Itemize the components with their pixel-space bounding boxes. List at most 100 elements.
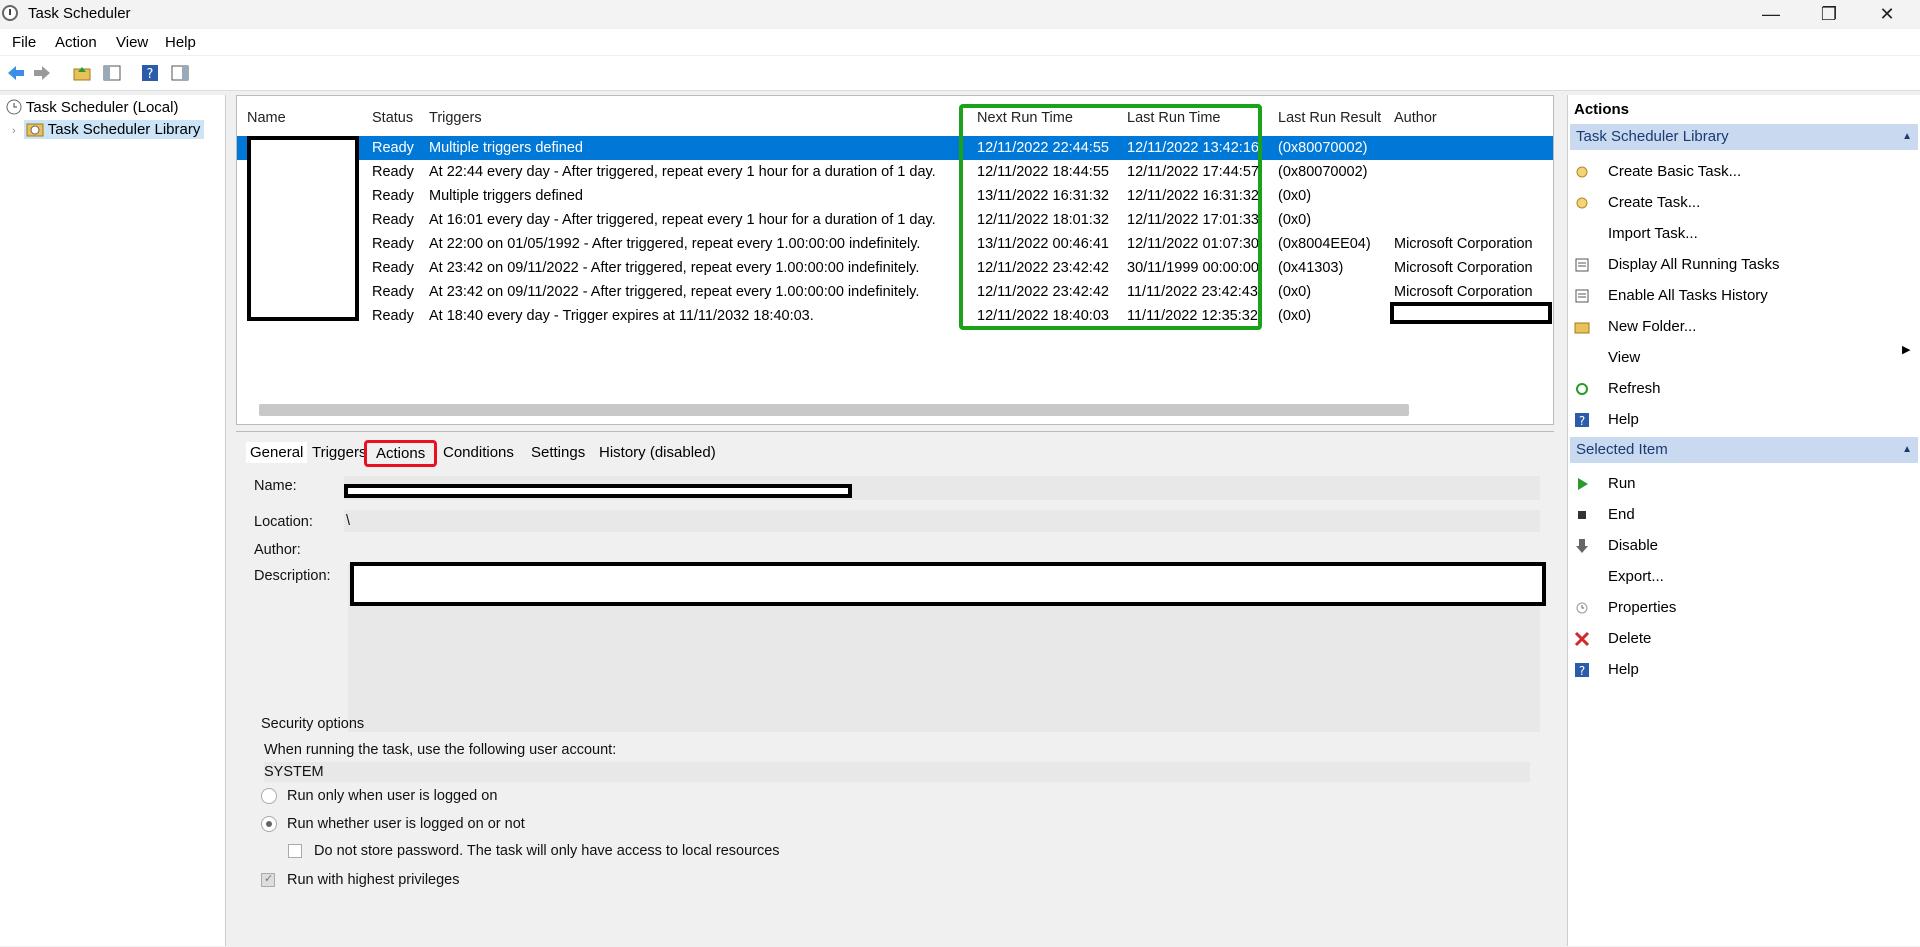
cell-last-result: (0x80070002) [1278, 164, 1368, 180]
table-row[interactable]: Ready At 22:00 on 01/05/1992 - After trig… [237, 232, 1553, 256]
table-row[interactable]: Ready At 23:42 on 09/11/2022 - After trig… [237, 280, 1553, 304]
action-item[interactable]: Create Task... [1608, 194, 1700, 211]
collapse-up-icon[interactable]: ▲ [1902, 437, 1912, 463]
run-icon [1578, 478, 1588, 490]
cell-triggers: At 18:40 every day - Trigger expires at … [429, 308, 814, 324]
tree-item-library[interactable]: › Task Scheduler Library [12, 119, 205, 141]
section-selected-item[interactable]: Selected Item ▲ [1570, 437, 1918, 463]
action-item[interactable]: Enable All Tasks History [1608, 287, 1768, 304]
action-item[interactable]: Help [1608, 411, 1639, 428]
tab-triggers[interactable]: Triggers [312, 444, 366, 461]
svg-text:?: ? [147, 67, 154, 82]
collapse-up-icon[interactable]: ▲ [1902, 124, 1912, 150]
tab-actions[interactable]: Actions [364, 440, 438, 467]
column-header-status[interactable]: Status [372, 110, 413, 126]
section-label: Selected Item [1576, 441, 1668, 458]
action-item[interactable]: Disable [1608, 537, 1658, 554]
tab-history[interactable]: History (disabled) [599, 444, 716, 461]
actions-pane: Actions Task Scheduler Library ▲ Create … [1567, 95, 1920, 946]
cell-status: Ready [372, 284, 414, 300]
cell-status: Ready [372, 308, 414, 324]
table-row[interactable]: Ready At 16:01 every day - After triggere… [237, 208, 1553, 232]
menu-help[interactable]: Help [165, 34, 196, 51]
cell-triggers: Multiple triggers defined [429, 188, 583, 204]
table-row[interactable]: Ready At 23:42 on 09/11/2022 - After trig… [237, 256, 1553, 280]
user-account-field[interactable] [264, 762, 1530, 782]
tab-general[interactable]: General [246, 442, 308, 463]
menu-bar: File Action View Help [0, 29, 1920, 55]
column-header-name[interactable]: Name [247, 110, 286, 126]
cell-triggers: At 22:44 every day - After triggered, re… [429, 164, 936, 180]
cell-triggers: At 23:42 on 09/11/2022 - After triggered… [429, 260, 920, 276]
table-row[interactable]: Ready Multiple triggers defined 12/11/2022… [237, 136, 1553, 160]
task-details: General Triggers Actions Conditions Sett… [236, 431, 1554, 947]
cell-status: Ready [372, 236, 414, 252]
back-arrow-icon[interactable] [6, 63, 26, 83]
tab-settings[interactable]: Settings [531, 444, 585, 461]
minimize-button[interactable]: — [1746, 0, 1796, 28]
column-header-triggers[interactable]: Triggers [429, 110, 482, 126]
tree-label-library: Task Scheduler Library [47, 121, 201, 138]
show-hide-action-pane-icon[interactable] [170, 63, 190, 83]
action-item[interactable]: Export... [1608, 568, 1664, 585]
table-row[interactable]: Ready Multiple triggers defined 13/11/2022… [237, 184, 1553, 208]
end-icon [1578, 511, 1586, 519]
location-field[interactable] [344, 510, 1540, 532]
up-folder-icon[interactable] [72, 63, 92, 83]
close-button[interactable]: ✕ [1862, 0, 1912, 28]
radio-logged-on[interactable] [261, 788, 277, 804]
help-icon: ? [1575, 663, 1589, 678]
cell-status: Ready [372, 164, 414, 180]
cell-triggers: At 22:00 on 01/05/1992 - After triggered… [429, 236, 921, 252]
radio-whether-label: Run whether user is logged on or not [287, 816, 525, 832]
cell-last-result: (0x0) [1278, 284, 1312, 300]
clock-icon [2, 5, 18, 21]
action-item[interactable]: Delete [1608, 630, 1651, 647]
section-label: Task Scheduler Library [1576, 128, 1729, 145]
action-item[interactable]: Import Task... [1608, 225, 1698, 242]
highlight-run-times [959, 104, 1262, 330]
column-header-author[interactable]: Author [1394, 110, 1437, 126]
action-item[interactable]: Run [1608, 475, 1636, 492]
menu-action[interactable]: Action [55, 34, 97, 51]
console-tree: Task Scheduler (Local) › Task Scheduler … [0, 95, 226, 946]
running-tasks-icon [1575, 258, 1589, 272]
horizontal-scrollbar[interactable] [259, 404, 1409, 416]
redacted-names [247, 136, 359, 321]
table-row[interactable]: Ready At 22:44 every day - After triggere… [237, 160, 1553, 184]
tab-conditions[interactable]: Conditions [443, 444, 514, 461]
cell-last-result: (0x0) [1278, 308, 1312, 324]
menu-view[interactable]: View [116, 34, 148, 51]
help-icon[interactable]: ? [140, 63, 160, 83]
menu-file[interactable]: File [12, 34, 36, 51]
action-item[interactable]: Help [1608, 661, 1639, 678]
action-item[interactable]: Display All Running Tasks [1608, 256, 1779, 273]
title-bar: Task Scheduler — ❐ ✕ [0, 0, 1920, 28]
create-task-icon [1576, 197, 1588, 209]
toolbar: ? [0, 56, 1920, 91]
tree-item-local[interactable]: Task Scheduler (Local) [6, 97, 178, 119]
action-item[interactable]: Create Basic Task... [1608, 163, 1741, 180]
chevron-right-icon[interactable]: › [12, 125, 16, 137]
name-label: Name: [254, 478, 297, 494]
action-item[interactable]: Properties [1608, 599, 1676, 616]
tree-label-local: Task Scheduler (Local) [25, 99, 179, 116]
submenu-arrow-icon: ▶ [1902, 344, 1911, 356]
column-header-last-result[interactable]: Last Run Result [1278, 110, 1381, 126]
wizard-icon [1576, 166, 1588, 178]
action-item[interactable]: View [1608, 349, 1640, 366]
radio-selected-dot [266, 821, 272, 827]
no-store-password-checkbox[interactable] [288, 844, 302, 858]
cell-last-result: (0x80070002) [1278, 140, 1368, 156]
action-item[interactable]: End [1608, 506, 1635, 523]
description-label: Description: [254, 568, 331, 584]
show-hide-tree-icon[interactable] [102, 63, 122, 83]
forward-arrow-icon[interactable] [32, 63, 52, 83]
action-item[interactable]: New Folder... [1608, 318, 1696, 335]
location-value: \ [346, 513, 351, 529]
restore-button[interactable]: ❐ [1804, 0, 1854, 28]
account-prompt: When running the task, use the following… [264, 742, 617, 758]
section-task-scheduler-library[interactable]: Task Scheduler Library ▲ [1570, 124, 1918, 150]
action-item[interactable]: Refresh [1608, 380, 1661, 397]
table-row[interactable]: Ready At 18:40 every day - Trigger expire… [237, 304, 1553, 328]
